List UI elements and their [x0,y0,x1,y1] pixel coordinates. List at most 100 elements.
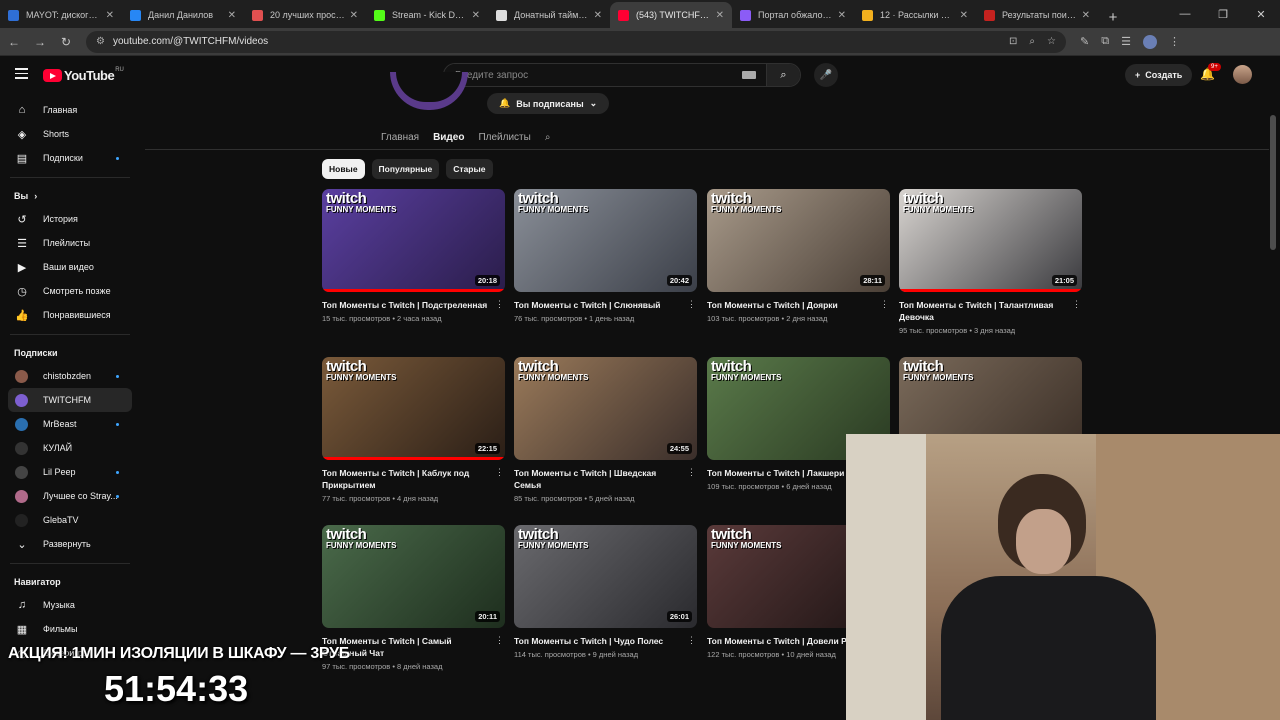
video-menu-icon[interactable]: ⋮ [495,635,504,646]
video-thumbnail[interactable]: twitch FUNNY MOMENTS 21:05 [899,189,1082,292]
video-card[interactable]: twitch FUNNY MOMENTS 20:18 ⋮ Топ Моменты с T… [322,189,505,323]
channel-tab[interactable]: Главная [381,124,419,150]
reading-list-icon[interactable]: ☰ [1121,35,1131,48]
tab-close-icon[interactable]: ✕ [594,10,602,21]
sidebar-subscription[interactable]: GlebaTV [0,508,140,532]
video-menu-icon[interactable]: ⋮ [495,299,504,310]
restore-icon[interactable]: ❐ [1204,0,1242,28]
expand-button[interactable]: ⌄ Развернуть [0,532,140,556]
video-menu-icon[interactable]: ⋮ [495,467,504,478]
tab-close-icon[interactable]: ✕ [106,10,114,21]
sidebar-item[interactable]: ◈ Shorts [0,122,140,146]
video-title[interactable]: Топ Моменты с Twitch | Подстреленная [322,299,505,311]
subscribed-button[interactable]: 🔔 Вы подписаны ⌄ [487,93,610,114]
extensions-icon[interactable]: ⧉ [1101,35,1109,48]
sidebar-item[interactable]: ▦ Фильмы [0,617,140,641]
page-scrollbar[interactable] [1270,115,1276,250]
sidebar-item[interactable]: ◷ Смотреть позже [0,279,140,303]
microphone-icon[interactable]: 🎤 [814,63,838,87]
video-thumbnail[interactable]: twitch FUNNY MOMENTS 24:55 [514,357,697,460]
pen-icon[interactable]: ✎ [1080,35,1089,48]
install-icon[interactable]: ⊡ [1009,36,1017,47]
video-thumbnail[interactable]: twitch FUNNY MOMENTS 20:42 [514,189,697,292]
video-card[interactable]: twitch FUNNY MOMENTS 20:42 ⋮ Топ Моменты с T… [514,189,697,323]
tab-close-icon[interactable]: ✕ [1082,10,1090,21]
tab-close-icon[interactable]: ✕ [472,10,480,21]
sidebar-item[interactable]: ☰ Плейлисты [0,231,140,255]
sidebar-subscription[interactable]: Лучшее со Stray... [0,484,140,508]
video-card[interactable]: twitch FUNNY MOMENTS 24:55 ⋮ Топ Моменты с T… [514,357,697,503]
browser-tab[interactable]: Портал обжалование ✕ [732,2,854,28]
sidebar-item[interactable]: ♫ Музыка [0,593,140,617]
video-title[interactable]: Топ Моменты с Twitch | Чудо Полес [514,635,697,647]
tab-close-icon[interactable]: ✕ [716,10,724,21]
zoom-icon[interactable]: ⌕ [1029,36,1035,47]
search-input[interactable]: Введите запрос [444,64,766,86]
browser-tab[interactable]: Данил Данилов ✕ [122,2,244,28]
minimize-icon[interactable]: — [1166,0,1204,28]
bookmark-star-icon[interactable]: ☆ [1047,36,1056,47]
sidebar-subscription[interactable]: Lil Peep [0,460,140,484]
sidebar-subscription[interactable]: chistobzden [0,364,140,388]
video-card[interactable]: twitch FUNNY MOMENTS 21:05 ⋮ Топ Моменты с T… [899,189,1082,335]
back-icon[interactable]: ← [2,35,26,49]
browser-tab[interactable]: (543) TWITCHFM - Yo ✕ [610,2,732,28]
sidebar-subscription[interactable]: КУЛАЙ [0,436,140,460]
sidebar-item[interactable]: ▶ Ваши видео [0,255,140,279]
video-thumbnail[interactable]: twitch FUNNY MOMENTS 20:11 [322,525,505,628]
video-thumbnail[interactable]: twitch FUNNY MOMENTS 28:11 [707,189,890,292]
new-tab-button[interactable]: + [1102,6,1124,28]
browser-tab[interactable]: Результаты поиска ✕ [976,2,1098,28]
tab-close-icon[interactable]: ✕ [960,10,968,21]
sidebar-item[interactable]: ⌂ Главная [0,98,140,122]
video-title[interactable]: Топ Моменты с Twitch | Доярки [707,299,890,311]
sort-chip[interactable]: Новые [322,159,365,179]
video-menu-icon[interactable]: ⋮ [687,299,696,310]
sort-chip[interactable]: Старые [446,159,493,179]
profile-avatar[interactable] [1142,34,1157,49]
you-section-header[interactable]: Вы › [0,185,140,207]
video-title[interactable]: Топ Моменты с Twitch | Шведская Семья [514,467,697,491]
video-menu-icon[interactable]: ⋮ [687,635,696,646]
channel-avatar[interactable] [390,72,468,110]
sidebar-subscription[interactable]: TWITCHFM [8,388,132,412]
close-window-icon[interactable]: ✕ [1242,0,1280,28]
menu-kebab-icon[interactable]: ⋮ [1169,35,1180,48]
video-menu-icon[interactable]: ⋮ [687,467,696,478]
video-card[interactable]: twitch FUNNY MOMENTS 28:11 ⋮ Топ Моменты с T… [707,189,890,323]
channel-tab[interactable]: Плейлисты [478,124,530,150]
sort-chip[interactable]: Популярные [371,159,440,179]
video-card[interactable]: twitch FUNNY MOMENTS 22:15 ⋮ Топ Моменты с T… [322,357,505,503]
tab-close-icon[interactable]: ✕ [228,10,236,21]
hamburger-menu-icon[interactable] [15,68,28,82]
site-info-icon[interactable]: ⚙ [96,36,105,47]
video-menu-icon[interactable]: ⋮ [1072,299,1081,310]
video-thumbnail[interactable]: twitch FUNNY MOMENTS 26:01 [514,525,697,628]
sidebar-subscription[interactable]: MrBeast [0,412,140,436]
browser-tab[interactable]: MAYOT: дискографи ✕ [0,2,122,28]
video-title[interactable]: Топ Моменты с Twitch | Каблук под Прикры… [322,467,505,491]
search-icon[interactable]: ⌕ [766,64,800,86]
url-field[interactable]: ⚙ youtube.com/@TWITCHFM/videos ⊡ ⌕ ☆ [86,30,1066,53]
video-card[interactable]: twitch FUNNY MOMENTS 26:01 ⋮ Топ Моменты с T… [514,525,697,659]
video-title[interactable]: Топ Моменты с Twitch | Слюнявый [514,299,697,311]
sidebar-item[interactable]: ↺ История [0,207,140,231]
sidebar-item[interactable]: 👍 Понравившиеся [0,303,140,327]
notifications-icon[interactable]: 🔔 9+ [1200,63,1221,81]
tab-close-icon[interactable]: ✕ [350,10,358,21]
forward-icon[interactable]: → [28,35,52,49]
browser-tab[interactable]: 12 · Рассылки — Янд ✕ [854,2,976,28]
browser-tab[interactable]: Донатный таймер (n ✕ [488,2,610,28]
video-menu-icon[interactable]: ⋮ [880,299,889,310]
search-box[interactable]: Введите запрос ⌕ [443,63,801,87]
reload-icon[interactable]: ↻ [54,35,78,49]
sidebar-item[interactable]: ▤ Подписки [0,146,140,170]
keyboard-icon[interactable] [742,71,756,79]
video-thumbnail[interactable]: twitch FUNNY MOMENTS 22:15 [322,357,505,460]
channel-tab[interactable]: Видео [433,124,464,150]
video-title[interactable]: Топ Моменты с Twitch | Талантливая Девоч… [899,299,1082,323]
youtube-logo[interactable]: YouTube RU [43,67,124,83]
browser-tab[interactable]: Stream - Kick Dashbo ✕ [366,2,488,28]
video-thumbnail[interactable]: twitch FUNNY MOMENTS 20:18 [322,189,505,292]
create-button[interactable]: + Создать [1125,64,1193,86]
